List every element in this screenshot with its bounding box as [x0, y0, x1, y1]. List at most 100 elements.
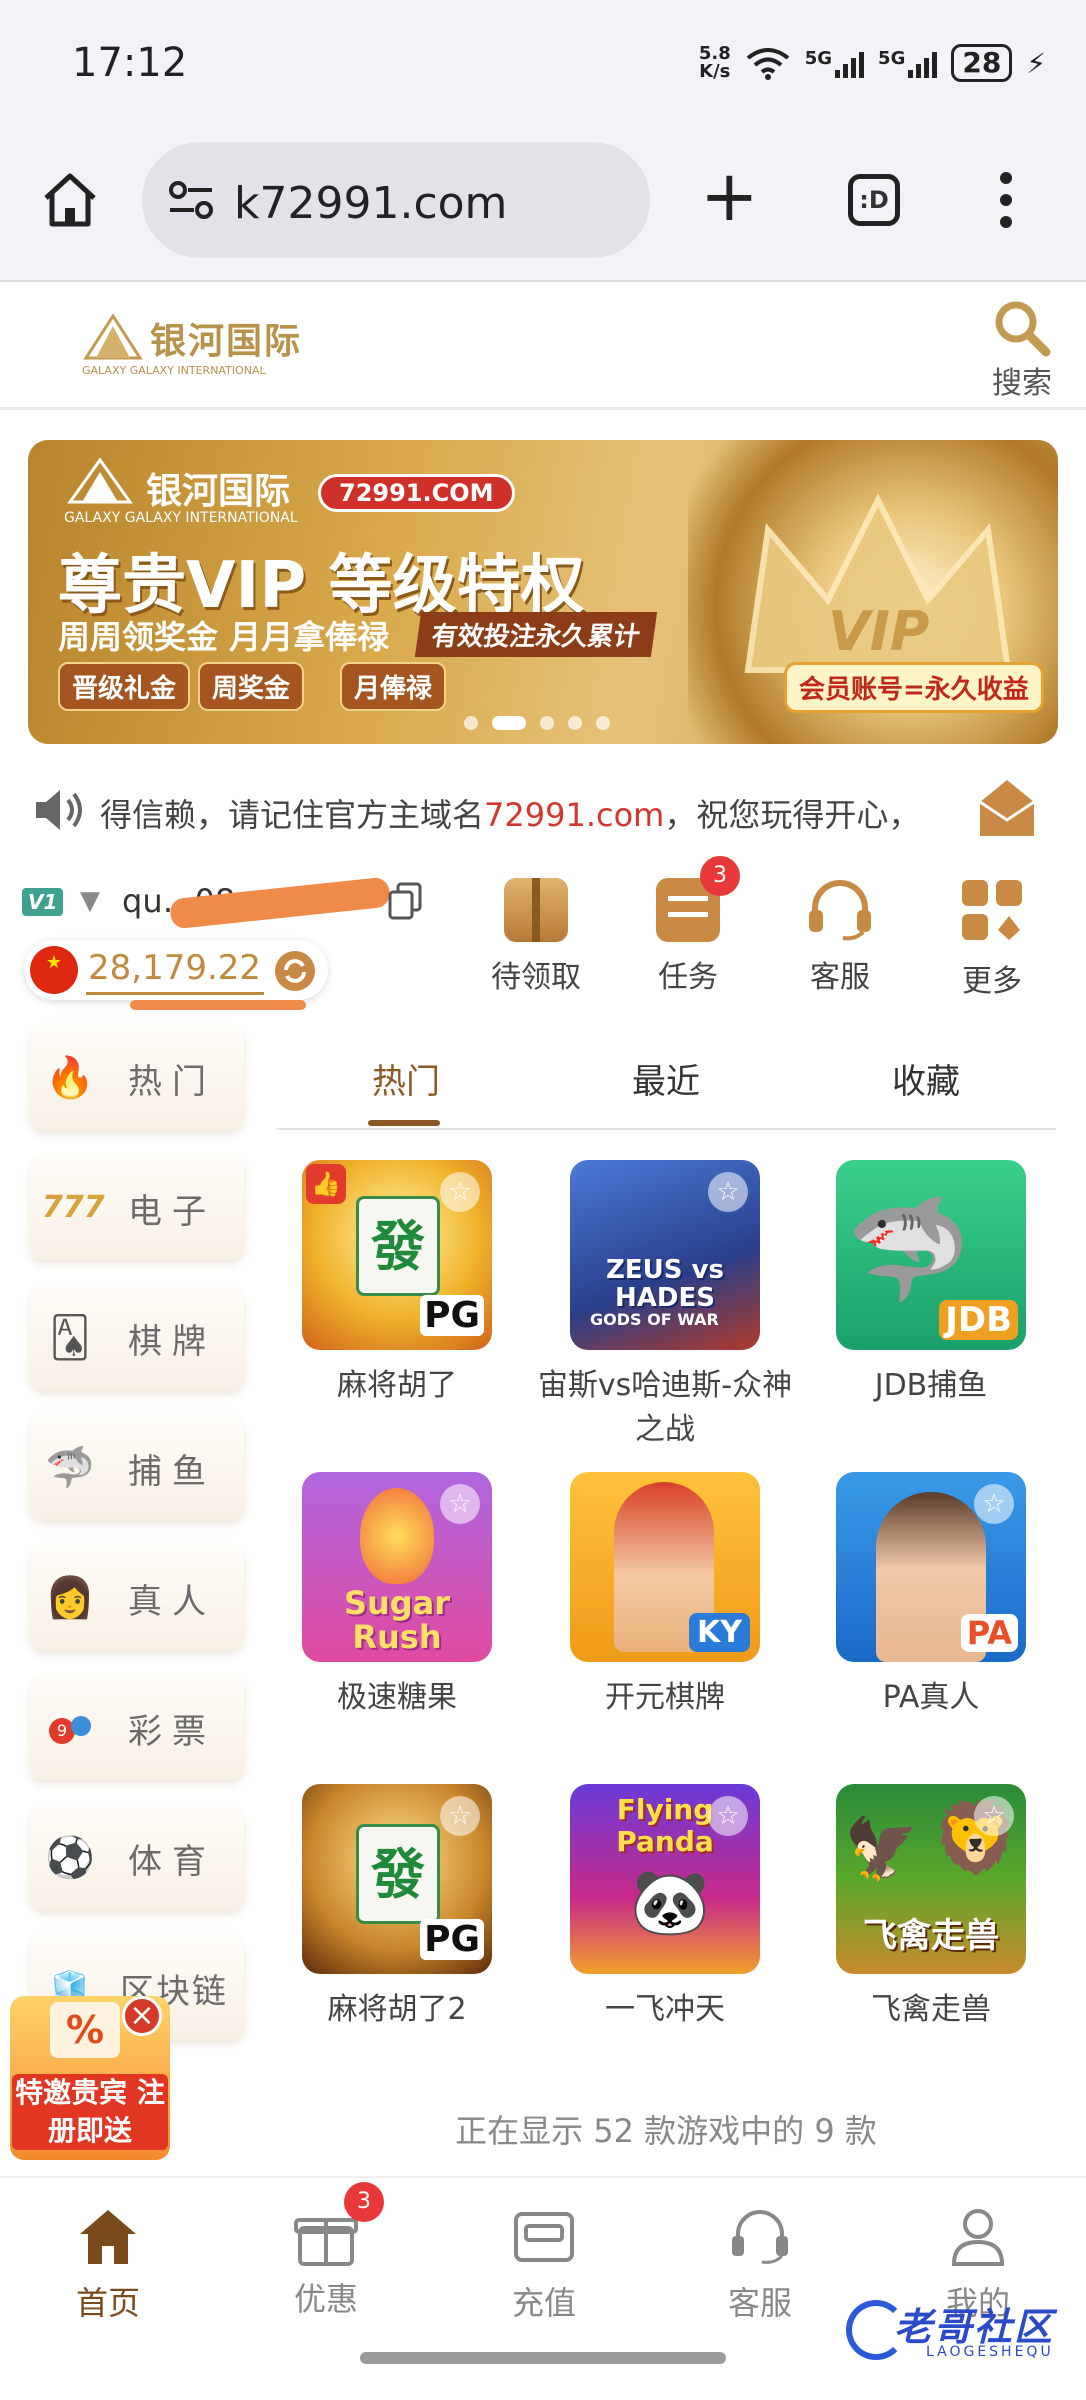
carousel-dot[interactable] — [596, 716, 610, 730]
favorite-star-icon[interactable]: ☆ — [440, 1484, 480, 1524]
balance-pill: ★ 28,179.22 — [24, 940, 328, 1000]
playing-cards-icon: 🂡 — [49, 1315, 91, 1361]
menu-icon[interactable] — [1000, 172, 1016, 228]
balance-amount: 28,179.22 — [88, 948, 262, 988]
refresh-icon[interactable] — [274, 950, 316, 992]
game-card-mahjong[interactable]: 👍 發 PG ☆ 麻将胡了 — [302, 1160, 492, 1408]
vip-banner[interactable]: VIP 银河国际 GALAXY GALAXY INTERNATIONAL 729… — [28, 440, 1058, 744]
slot-777-icon: 777 — [42, 1190, 105, 1225]
game-card-kaiyuan[interactable]: KY 开元棋牌 — [570, 1472, 760, 1720]
nav-promotions[interactable]: 3 优惠 — [256, 2182, 396, 2320]
status-icons: 5.8 K/s 5G 5G 28 ⚡ — [699, 44, 1046, 82]
carousel-dot-active[interactable] — [492, 716, 526, 730]
new-tab-icon[interactable]: + — [700, 156, 759, 236]
carousel-dot[interactable] — [540, 716, 554, 730]
sidebar-item-live[interactable]: 👩 真人 — [30, 1546, 244, 1650]
site-settings-icon[interactable] — [168, 180, 214, 220]
game-card-jdb-fishing[interactable]: 🦈 JDB JDB捕鱼 — [836, 1160, 1026, 1408]
tabs-divider — [276, 1128, 1056, 1130]
home-icon — [80, 2210, 136, 2264]
quick-tasks[interactable]: 3 任务 — [628, 856, 748, 996]
sidebar-item-fishing[interactable]: 🦈 捕鱼 — [30, 1416, 244, 1520]
net-speed: 5.8 K/s — [698, 43, 731, 82]
wifi-icon — [746, 48, 789, 80]
sidebar-item-cards[interactable]: 🂡 棋牌 — [30, 1286, 244, 1390]
search-button[interactable]: 搜索 — [982, 298, 1062, 402]
eagle-icon: 🦅 — [844, 1814, 919, 1884]
game-thumb-birds-beasts: 🦁 🦅 飞禽走兽 ☆ — [836, 1784, 1026, 1974]
status-time: 17:12 — [72, 40, 188, 86]
game-card-zeus-hades[interactable]: ZEUS vs HADES GODS OF WAR ☆ 宙斯vs哈迪斯-众神之战 — [538, 1160, 792, 1452]
gesture-bar — [360, 2352, 726, 2364]
candy-egg-icon — [360, 1488, 434, 1584]
shark-icon: 🦈 — [45, 1445, 95, 1491]
game-card-birds-beasts[interactable]: 🦁 🦅 飞禽走兽 ☆ 飞禽走兽 — [836, 1784, 1026, 2032]
mahjong-tile: 發 — [356, 1824, 440, 1924]
site-logo[interactable]: 银河国际 GALAXY GALAXY INTERNATIONAL — [80, 312, 310, 382]
lottery-balls-icon: 9 — [42, 1702, 98, 1754]
promo-close-button[interactable]: × — [122, 1996, 162, 2036]
gift-box-icon — [504, 878, 568, 942]
game-card-sugar-rush[interactable]: Sugar Rush ☆ 极速糖果 — [302, 1472, 492, 1720]
flame-icon: 🔥 — [45, 1055, 95, 1101]
carousel-dot[interactable] — [464, 716, 478, 730]
nav-home[interactable]: 首页 — [38, 2206, 178, 2324]
favorite-star-icon[interactable]: ☆ — [708, 1172, 748, 1212]
game-thumb-mahjong-2: 發 PG ☆ — [302, 1784, 492, 1974]
charging-icon: ⚡ — [1026, 46, 1046, 80]
quick-pending-rewards[interactable]: 待领取 — [476, 878, 596, 996]
headset-icon — [732, 2210, 788, 2264]
tab-recent[interactable]: 最近 — [586, 1054, 746, 1103]
favorite-star-icon[interactable]: ☆ — [440, 1796, 480, 1836]
game-thumb-kaiyuan: KY — [570, 1472, 760, 1662]
nav-deposit[interactable]: 充值 — [474, 2206, 614, 2324]
quick-more[interactable]: 更多 — [932, 878, 1052, 1000]
banner-logo-icon — [67, 457, 133, 504]
address-bar[interactable]: k72991.com — [142, 142, 650, 258]
favorite-star-icon[interactable]: ☆ — [974, 1484, 1014, 1524]
url-text[interactable]: k72991.com — [234, 178, 507, 229]
headset-icon — [809, 880, 871, 941]
game-card-pa-live[interactable]: PA ☆ PA真人 — [836, 1472, 1026, 1720]
tab-hot[interactable]: 热门 — [326, 1054, 486, 1103]
favorite-star-icon[interactable]: ☆ — [708, 1796, 748, 1836]
galaxy-logo-icon — [83, 313, 143, 360]
gift-icon: 3 — [294, 2182, 384, 2266]
home-icon[interactable] — [40, 170, 100, 230]
level-dropdown-icon[interactable]: ▼ — [80, 886, 100, 916]
mahjong-tile: 發 — [356, 1196, 440, 1296]
copy-icon[interactable] — [388, 882, 422, 920]
watermark-logo: 老哥社区 LAOGESHEQU — [846, 2294, 1076, 2368]
signal-5g-2-icon: 5G — [878, 48, 938, 78]
sidebar-item-sports[interactable]: ⚽ 体育 — [30, 1806, 244, 1910]
game-thumb-pa-live: PA ☆ — [836, 1472, 1026, 1662]
sidebar-item-slots[interactable]: 777 电子 — [30, 1156, 244, 1260]
game-card-mahjong-2[interactable]: 發 PG ☆ 麻将胡了2 — [302, 1784, 492, 2032]
game-thumb-sugar-rush: Sugar Rush ☆ — [302, 1472, 492, 1662]
tab-favorites[interactable]: 收藏 — [846, 1054, 1006, 1103]
favorite-star-icon[interactable]: ☆ — [440, 1172, 480, 1212]
soccer-ball-icon: ⚽ — [45, 1835, 95, 1881]
site-header: 银河国际 GALAXY GALAXY INTERNATIONAL 搜索 — [0, 284, 1086, 410]
nav-customer-service[interactable]: 客服 — [690, 2206, 830, 2324]
game-thumb-jdb-fishing: 🦈 JDB — [836, 1160, 1026, 1350]
quick-customer-service[interactable]: 客服 — [780, 878, 900, 996]
mail-icon[interactable] — [974, 776, 1040, 842]
vip-level-badge: V1 — [22, 888, 64, 916]
game-thumb-mahjong: 👍 發 PG ☆ — [302, 1160, 492, 1350]
game-thumb-zeus-hades: ZEUS vs HADES GODS OF WAR ☆ — [570, 1160, 760, 1350]
promo-float[interactable]: % 特邀贵宾 注册即送 × — [10, 1996, 170, 2160]
game-card-flying-panda[interactable]: Flying Panda 🐼 ☆ 一飞冲天 — [570, 1784, 760, 2032]
sidebar-item-lottery[interactable]: 9 彩票 — [30, 1676, 244, 1780]
sidebar-item-hot[interactable]: 🔥 热门 — [30, 1026, 244, 1130]
wallet-icon — [514, 2212, 574, 2262]
search-icon — [995, 301, 1051, 357]
tab-switcher-button[interactable]: :D — [848, 174, 900, 226]
china-flag-icon: ★ — [30, 946, 78, 994]
notice-marquee: 得信赖，请记住官方主域名72991.com，祝您玩得开心， — [100, 796, 921, 834]
games-count-footer: 正在显示 52 款游戏中的 9 款 — [455, 2112, 877, 2150]
notice-bar: 得信赖，请记住官方主域名72991.com，祝您玩得开心， — [0, 770, 1086, 850]
favorite-star-icon[interactable]: ☆ — [974, 1796, 1014, 1836]
signal-5g-1-icon: 5G — [805, 48, 865, 78]
carousel-dot[interactable] — [568, 716, 582, 730]
